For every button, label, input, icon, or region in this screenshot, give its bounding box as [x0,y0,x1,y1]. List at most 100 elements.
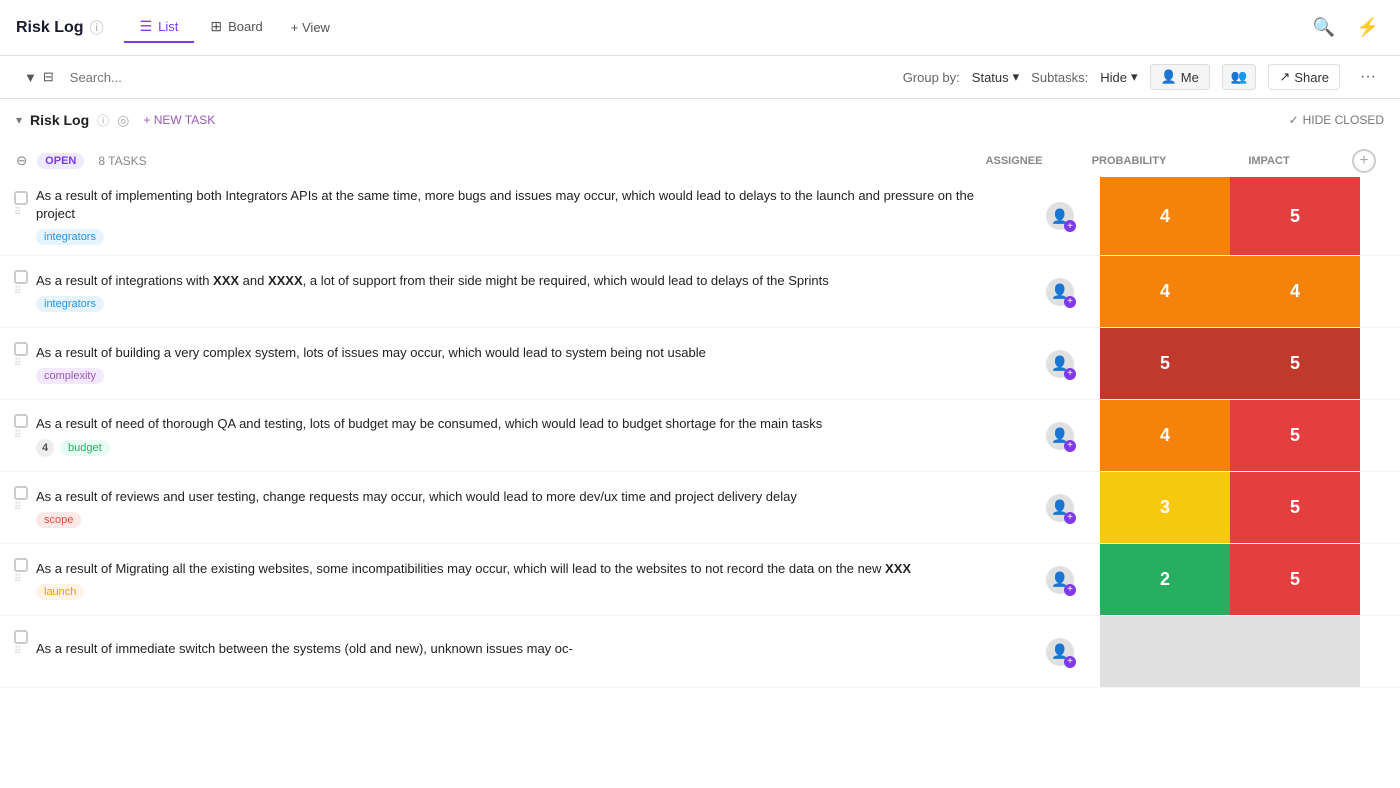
open-badge: OPEN [37,153,84,169]
task-text[interactable]: As a result of need of thorough QA and t… [36,415,1004,433]
add-assignee-icon[interactable]: + [1064,512,1076,524]
task-content: ⠿ As a result of integrations with XXX a… [0,256,1020,327]
task-content: ⠿ As a result of Migrating all the exist… [0,544,1020,615]
title-info-icon[interactable]: ⓘ [90,18,104,38]
share-icon: ↗ [1279,69,1290,85]
lightning-button[interactable]: ⚡ [1352,12,1384,44]
list-icon: ☰ [140,18,153,35]
add-assignee-icon[interactable]: + [1064,656,1076,668]
add-assignee-icon[interactable]: + [1064,220,1076,232]
tag-integrators[interactable]: integrators [36,296,104,312]
probability-cell: 2 [1100,544,1230,615]
task-text[interactable]: As a result of building a very complex s… [36,344,1004,362]
subtasks-label: Subtasks: [1031,70,1088,85]
table-row: ⠿ As a result of implementing both Integ… [0,177,1400,256]
check-icon: ✓ [1289,113,1299,127]
add-field-cell [1360,177,1400,255]
add-assignee-icon[interactable]: + [1064,368,1076,380]
task-assignee: 👤 + [1020,544,1100,615]
avatar[interactable]: 👤 + [1046,350,1074,378]
avatar[interactable]: 👤 + [1046,202,1074,230]
task-tags: 4 budget [36,439,1004,457]
add-field-cell [1360,472,1400,543]
new-task-button[interactable]: + NEW TASK [137,111,221,129]
table-row: ⠿ As a result of need of thorough QA and… [0,400,1400,472]
task-content: ⠿ As a result of need of thorough QA and… [0,400,1020,471]
task-assignee: 👤 + [1020,472,1100,543]
avatar[interactable]: 👤 + [1046,638,1074,666]
hide-closed-button[interactable]: ✓ HIDE CLOSED [1289,113,1384,127]
section-toggle[interactable]: ▾ [16,113,22,127]
add-column-button[interactable]: + [1352,149,1376,173]
task-content: ⠿ As a result of implementing both Integ… [0,177,1020,255]
drag-handle[interactable]: ⠿ [14,358,21,369]
impact-cell: 5 [1230,177,1360,255]
probability-cell: 4 [1100,177,1230,255]
task-checkbox[interactable] [14,191,28,205]
task-text[interactable]: As a result of immediate switch between … [36,640,1004,658]
avatar[interactable]: 👤 + [1046,494,1074,522]
target-icon[interactable]: ◎ [117,112,129,129]
open-status-row: ⊖ OPEN 8 TASKS ASSIGNEE PROBABILITY IMPA… [0,141,1400,177]
task-text[interactable]: As a result of implementing both Integra… [36,187,1004,223]
task-text[interactable]: As a result of integrations with XXX and… [36,272,1004,290]
tag-number: 4 [36,439,54,457]
me-button[interactable]: 👤 Me [1150,64,1210,90]
group-toggle[interactable]: ⊖ [16,153,27,169]
tab-board[interactable]: ⊞ Board [194,12,278,43]
more-options-button[interactable]: ··· [1352,64,1384,90]
add-view-button[interactable]: + View [279,14,342,41]
chevron-down-icon: ▾ [1131,69,1138,85]
tag-scope[interactable]: scope [36,512,81,528]
drag-handle[interactable]: ⠿ [14,646,21,657]
tag-integrators[interactable]: integrators [36,229,104,245]
add-assignee-icon[interactable]: + [1064,296,1076,308]
task-tags: scope [36,512,1004,528]
task-checkbox[interactable] [14,270,28,284]
people-button[interactable]: 👥 [1222,64,1257,90]
group-by-selector[interactable]: Status ▾ [972,69,1019,85]
impact-cell [1230,616,1360,687]
task-checkbox[interactable] [14,414,28,428]
table-row: ⠿ As a result of integrations with XXX a… [0,256,1400,328]
tag-complexity[interactable]: complexity [36,368,104,384]
drag-handle[interactable]: ⠿ [14,286,21,297]
drag-handle[interactable]: ⠿ [14,502,21,513]
task-checkbox[interactable] [14,558,28,572]
task-checkbox[interactable] [14,486,28,500]
task-text[interactable]: As a result of Migrating all the existin… [36,560,1004,578]
people-icon: 👥 [1231,69,1248,84]
drag-handle[interactable]: ⠿ [14,207,21,218]
person-icon: 👤 [1161,69,1177,85]
drag-handle[interactable]: ⠿ [14,430,21,441]
filter-icon2: ⊟ [43,69,54,85]
avatar[interactable]: 👤 + [1046,422,1074,450]
probability-header: PROBABILITY [1064,155,1194,167]
section-info-icon[interactable]: ⓘ [97,112,109,129]
avatar[interactable]: 👤 + [1046,278,1074,306]
search-input[interactable] [70,70,478,85]
section-header: ▾ Risk Log ⓘ ◎ + NEW TASK ✓ HIDE CLOSED [0,99,1400,141]
impact-header: IMPACT [1204,155,1334,167]
tag-launch[interactable]: launch [36,584,84,600]
tasks-count: 8 TASKS [98,154,146,168]
add-assignee-icon[interactable]: + [1064,440,1076,452]
impact-cell: 5 [1230,400,1360,471]
task-checkbox[interactable] [14,342,28,356]
toolbar-right: Group by: Status ▾ Subtasks: Hide ▾ 👤 Me… [903,64,1384,90]
add-assignee-icon[interactable]: + [1064,584,1076,596]
tab-list[interactable]: ☰ List [124,12,195,43]
avatar[interactable]: 👤 + [1046,566,1074,594]
probability-cell: 3 [1100,472,1230,543]
tag-budget[interactable]: budget [60,440,110,456]
task-content: ⠿ As a result of immediate switch betwee… [0,616,1020,687]
search-button[interactable]: 🔍 [1308,12,1340,44]
task-assignee: 👤 + [1020,616,1100,687]
task-text[interactable]: As a result of reviews and user testing,… [36,488,1004,506]
subtasks-selector[interactable]: Hide ▾ [1100,69,1137,85]
share-button[interactable]: ↗ Share [1268,64,1340,90]
drag-handle[interactable]: ⠿ [14,574,21,585]
task-checkbox[interactable] [14,630,28,644]
group-by-label: Group by: [903,70,960,85]
filter-button[interactable]: ▼ ⊟ [16,65,62,89]
